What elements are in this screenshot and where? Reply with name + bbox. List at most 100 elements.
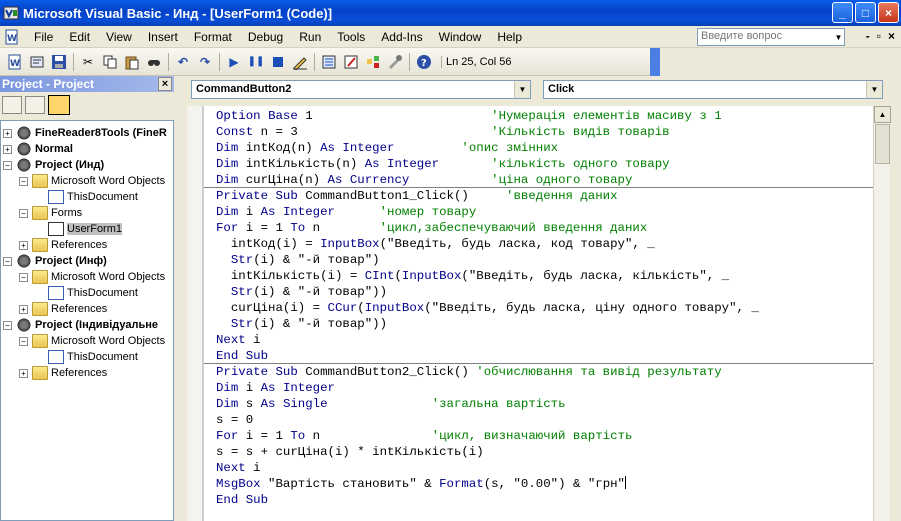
tree-item[interactable]: − Project (Инд) bbox=[3, 157, 104, 173]
menu-file[interactable]: File bbox=[26, 30, 61, 44]
vb-app-icon[interactable] bbox=[3, 5, 19, 21]
menu-debug[interactable]: Debug bbox=[240, 30, 291, 44]
menu-insert[interactable]: Insert bbox=[140, 30, 186, 44]
code-line[interactable]: For i = 1 To n 'цикл, визначаючий вартіс… bbox=[216, 428, 632, 444]
tree-item[interactable]: − Forms bbox=[19, 205, 82, 221]
code-line[interactable]: Next i bbox=[216, 460, 261, 476]
code-line[interactable]: Dim s As Single 'загальна вартість bbox=[216, 396, 566, 412]
tree-item[interactable]: + Normal bbox=[3, 141, 73, 157]
undo-icon[interactable]: ↶ bbox=[174, 53, 192, 71]
object-combo[interactable]: CommandButton2 ▼ bbox=[191, 80, 531, 99]
code-line[interactable]: Next i bbox=[216, 332, 261, 348]
tree-item[interactable]: − Microsoft Word Objects bbox=[19, 269, 165, 285]
code-line[interactable]: Option Base 1 'Нумерація елементів масив… bbox=[216, 108, 722, 124]
save-icon[interactable] bbox=[50, 53, 68, 71]
minimize-button[interactable]: _ bbox=[832, 2, 853, 23]
object-browser-icon[interactable] bbox=[364, 53, 382, 71]
expand-icon[interactable]: + bbox=[3, 144, 12, 154]
collapse-icon[interactable]: − bbox=[19, 272, 28, 282]
toolbar-options-button[interactable] bbox=[650, 48, 660, 76]
properties-icon[interactable] bbox=[342, 53, 360, 71]
code-line[interactable]: Dim i As Integer 'номер товару bbox=[216, 204, 476, 220]
menu-help[interactable]: Help bbox=[489, 30, 530, 44]
reset-icon[interactable] bbox=[269, 53, 287, 71]
tree-item[interactable]: ThisDocument bbox=[35, 285, 138, 301]
toggle-folders-button[interactable] bbox=[48, 95, 70, 115]
find-icon[interactable] bbox=[145, 53, 163, 71]
close-button[interactable]: × bbox=[878, 2, 899, 23]
collapse-icon[interactable]: − bbox=[19, 176, 28, 186]
paste-icon[interactable] bbox=[123, 53, 141, 71]
code-line[interactable]: Const n = 3 'Кількість видів товарів bbox=[216, 124, 670, 140]
code-line[interactable]: End Sub bbox=[216, 492, 268, 508]
menu-run[interactable]: Run bbox=[291, 30, 329, 44]
collapse-icon[interactable]: − bbox=[3, 320, 12, 330]
code-line[interactable]: MsgBox "Вартість становить" & Format(s, … bbox=[216, 476, 626, 492]
procedure-combo[interactable]: Click ▼ bbox=[543, 80, 883, 99]
toolbox-icon[interactable] bbox=[386, 53, 404, 71]
code-line[interactable]: intКількість(i) = CInt(InputBox("Введіть… bbox=[216, 268, 729, 284]
code-line[interactable]: Dim i As Integer bbox=[216, 380, 335, 396]
help-icon[interactable]: ? bbox=[415, 53, 433, 71]
tree-item[interactable]: + References bbox=[19, 237, 107, 253]
code-line[interactable]: Dim intКод(n) As Integer 'опис змінних bbox=[216, 140, 558, 156]
code-editor[interactable]: Option Base 1 'Нумерація елементів масив… bbox=[203, 106, 873, 521]
code-line[interactable]: Dim intКількість(n) As Integer 'кількіст… bbox=[216, 156, 670, 172]
tree-item[interactable]: − Project (Індивідуальне bbox=[3, 317, 158, 333]
code-line[interactable]: Str(i) & "-й товар")) bbox=[216, 316, 387, 332]
menu-window[interactable]: Window bbox=[431, 30, 490, 44]
insert-module-icon[interactable] bbox=[28, 53, 46, 71]
word-doc-icon[interactable]: W bbox=[4, 29, 20, 45]
code-line[interactable]: Private Sub CommandButton2_Click() 'обчи… bbox=[216, 364, 722, 380]
code-line[interactable]: End Sub bbox=[216, 348, 268, 364]
menu-view[interactable]: View bbox=[98, 30, 140, 44]
collapse-icon[interactable]: − bbox=[3, 256, 12, 266]
code-line[interactable]: curЦіна(i) = CCur(InputBox("Введіть, буд… bbox=[216, 300, 759, 316]
tree-item[interactable]: − Microsoft Word Objects bbox=[19, 333, 165, 349]
scroll-thumb[interactable] bbox=[875, 124, 890, 164]
view-object-button[interactable] bbox=[25, 96, 45, 114]
vertical-scrollbar[interactable]: ▲ bbox=[873, 106, 891, 521]
view-word-icon[interactable]: W bbox=[6, 53, 24, 71]
margin-indicator-bar[interactable] bbox=[187, 106, 203, 521]
code-line[interactable]: s = s + curЦіна(i) * intКількість(i) bbox=[216, 444, 484, 460]
mdi-minimize-button[interactable]: - bbox=[866, 29, 870, 43]
ask-question-input[interactable]: Введите вопрос bbox=[697, 28, 845, 46]
chevron-down-icon[interactable]: ▼ bbox=[514, 81, 530, 98]
scroll-up-button[interactable]: ▲ bbox=[874, 106, 891, 123]
chevron-down-icon[interactable]: ▼ bbox=[866, 81, 882, 98]
mdi-close-button[interactable]: × bbox=[888, 29, 895, 43]
tree-item[interactable]: ThisDocument bbox=[35, 189, 138, 205]
expand-icon[interactable]: + bbox=[19, 368, 28, 378]
expand-icon[interactable]: + bbox=[19, 304, 28, 314]
code-line[interactable]: s = 0 bbox=[216, 412, 253, 428]
tree-item[interactable]: + FineReader8Tools (FineR bbox=[3, 125, 167, 141]
maximize-button[interactable]: □ bbox=[855, 2, 876, 23]
collapse-icon[interactable]: − bbox=[3, 160, 12, 170]
copy-icon[interactable] bbox=[101, 53, 119, 71]
menu-format[interactable]: Format bbox=[186, 30, 240, 44]
code-line[interactable]: Str(i) & "-й товар")) bbox=[216, 284, 387, 300]
code-line[interactable]: Dim curЦіна(n) As Currency 'ціна одного … bbox=[216, 172, 632, 188]
expand-icon[interactable]: + bbox=[19, 240, 28, 250]
menu-tools[interactable]: Tools bbox=[329, 30, 373, 44]
code-line[interactable]: intКод(i) = InputBox("Введіть, будь ласк… bbox=[216, 236, 655, 252]
project-explorer-icon[interactable] bbox=[320, 53, 338, 71]
collapse-icon[interactable]: − bbox=[19, 208, 28, 218]
run-icon[interactable]: ▶ bbox=[225, 53, 243, 71]
code-line[interactable]: For i = 1 To n 'цикл,забеспечуваючий вве… bbox=[216, 220, 647, 236]
tree-item[interactable]: UserForm1 bbox=[35, 221, 123, 237]
cut-icon[interactable]: ✂ bbox=[79, 53, 97, 71]
expand-icon[interactable]: + bbox=[3, 128, 12, 138]
collapse-icon[interactable]: − bbox=[19, 336, 28, 346]
chevron-down-icon[interactable]: ▼ bbox=[833, 29, 844, 45]
code-line[interactable]: Str(i) & "-й товар") bbox=[216, 252, 380, 268]
break-icon[interactable]: ❚❚ bbox=[247, 53, 265, 71]
tree-item[interactable]: − Microsoft Word Objects bbox=[19, 173, 165, 189]
tree-item[interactable]: ThisDocument bbox=[35, 349, 138, 365]
project-explorer-close-button[interactable]: × bbox=[158, 77, 172, 91]
view-code-button[interactable] bbox=[2, 96, 22, 114]
tree-item[interactable]: − Project (Инф) bbox=[3, 253, 107, 269]
design-mode-icon[interactable] bbox=[291, 53, 309, 71]
menu-addins[interactable]: Add-Ins bbox=[373, 30, 430, 44]
